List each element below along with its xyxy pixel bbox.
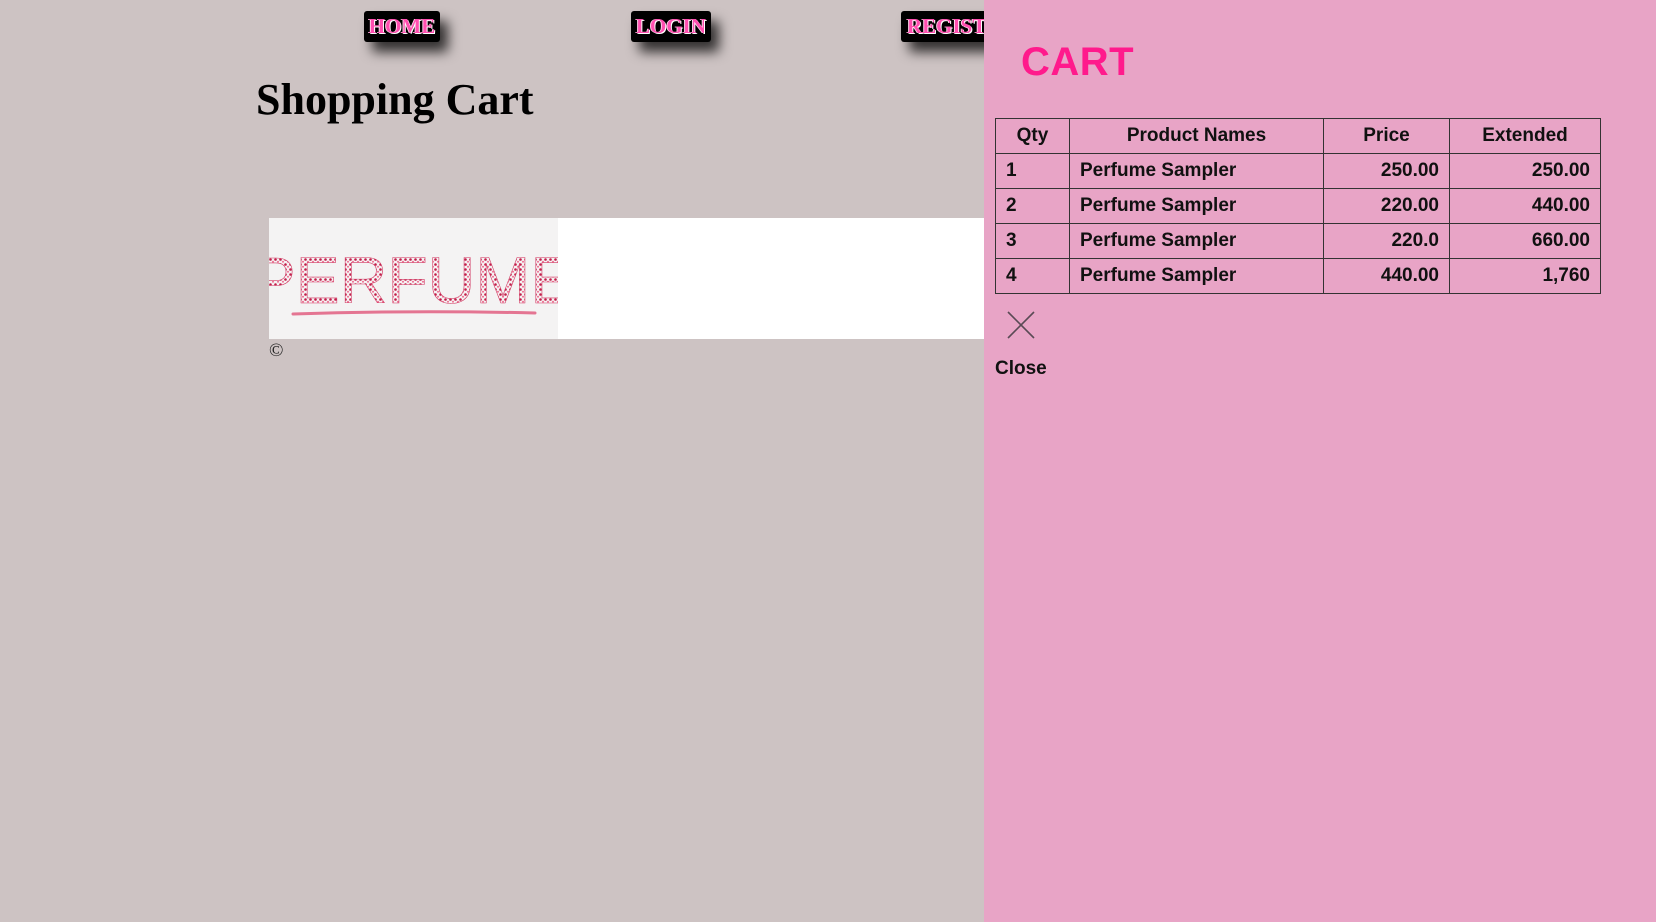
column-header-qty: Qty bbox=[995, 118, 1070, 154]
table-row: 3 Perfume Sampler 220.0 660.00 bbox=[995, 223, 1601, 259]
nav-login-button[interactable]: LOGIN bbox=[631, 11, 711, 42]
cell-product-name: Perfume Sampler bbox=[1069, 188, 1324, 224]
close-button[interactable]: Close bbox=[995, 358, 1047, 380]
column-header-product-names: Product Names bbox=[1069, 118, 1324, 154]
nav-home-button[interactable]: HOME bbox=[364, 11, 440, 42]
cart-table-header-row: Qty Product Names Price Extended bbox=[995, 118, 1601, 154]
cell-product-name: Perfume Sampler bbox=[1069, 223, 1324, 259]
table-row: 4 Perfume Sampler 440.00 1,760 bbox=[995, 258, 1601, 294]
cell-price: 220.00 bbox=[1323, 188, 1450, 224]
cell-qty: 4 bbox=[995, 258, 1070, 294]
cell-qty: 1 bbox=[995, 153, 1070, 189]
perfume-logo-text: PERFUME bbox=[269, 243, 558, 317]
cell-product-name: Perfume Sampler bbox=[1069, 153, 1324, 189]
page: HOME LOGIN REGIST Shopping Cart PERFUME … bbox=[0, 0, 1656, 922]
cell-product-name: Perfume Sampler bbox=[1069, 258, 1324, 294]
page-title: Shopping Cart bbox=[256, 75, 534, 124]
cart-panel: CART Qty Product Names Price Extended 1 … bbox=[984, 0, 1656, 922]
column-header-price: Price bbox=[1323, 118, 1450, 154]
copyright-text: © bbox=[269, 340, 284, 361]
cell-extended: 1,760 bbox=[1449, 258, 1601, 294]
cell-extended: 440.00 bbox=[1449, 188, 1601, 224]
cell-price: 220.0 bbox=[1323, 223, 1450, 259]
banner: PERFUME bbox=[269, 218, 989, 339]
cart-table: Qty Product Names Price Extended 1 Perfu… bbox=[995, 118, 1601, 294]
cell-extended: 660.00 bbox=[1449, 223, 1601, 259]
cell-price: 440.00 bbox=[1323, 258, 1450, 294]
table-row: 1 Perfume Sampler 250.00 250.00 bbox=[995, 153, 1601, 189]
cart-title: CART bbox=[1021, 40, 1135, 84]
close-icon[interactable] bbox=[1006, 310, 1036, 340]
cell-price: 250.00 bbox=[1323, 153, 1450, 189]
cell-qty: 3 bbox=[995, 223, 1070, 259]
cell-qty: 2 bbox=[995, 188, 1070, 224]
perfume-logo-graphic: PERFUME bbox=[269, 243, 558, 318]
table-row: 2 Perfume Sampler 220.00 440.00 bbox=[995, 188, 1601, 224]
cell-extended: 250.00 bbox=[1449, 153, 1601, 189]
column-header-extended: Extended bbox=[1449, 118, 1601, 154]
perfume-logo: PERFUME bbox=[269, 218, 558, 339]
